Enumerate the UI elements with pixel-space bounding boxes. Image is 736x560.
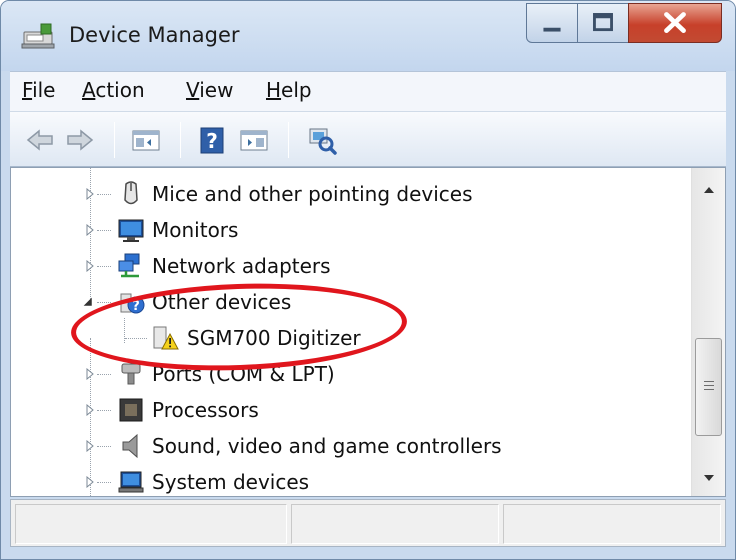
expand-arrow-icon[interactable] [85, 260, 95, 272]
tree-item-processors[interactable]: Processors [11, 392, 681, 428]
tree-item-label: Monitors [152, 218, 239, 242]
svg-text:?: ? [132, 299, 140, 314]
grip-icon [704, 381, 714, 393]
expand-arrow-icon[interactable] [85, 404, 95, 416]
tree-item-ports[interactable]: Ports (COM & LPT) [11, 356, 681, 392]
port-icon [121, 363, 141, 385]
menu-action[interactable]: Action [82, 78, 145, 102]
tree-connector [97, 194, 111, 195]
tree-connector [97, 446, 111, 447]
tree-item-mice[interactable]: Mice and other pointing devices [11, 176, 681, 212]
tree-item-other-devices[interactable]: ? Other devices [11, 284, 681, 320]
tree-item-monitors[interactable]: Monitors [11, 212, 681, 248]
processor-icon [119, 398, 143, 422]
monitor-icon [118, 219, 144, 242]
network-adapter-icon [118, 253, 140, 278]
maximize-icon [593, 13, 613, 32]
tree-item-label: SGM700 Digitizer [187, 326, 361, 350]
status-pane [15, 504, 287, 544]
warning-device-icon [153, 326, 179, 350]
tree-item-label: Other devices [152, 290, 292, 314]
device-manager-window: Device Manager File Action View Help ? M… [0, 0, 736, 560]
maximize-button[interactable] [577, 3, 629, 43]
menu-bar: File Action View Help [10, 71, 726, 111]
status-pane [291, 504, 499, 544]
show-hide-console-tree-icon[interactable] [130, 124, 162, 156]
system-devices-icon [118, 471, 144, 493]
svg-text:?: ? [206, 129, 218, 153]
tree-connector [97, 266, 111, 267]
title-bar[interactable]: Device Manager [1, 1, 735, 71]
tree-item-label: Processors [152, 398, 259, 422]
help-icon[interactable]: ? [196, 124, 228, 156]
toolbar-separator [288, 122, 289, 158]
scroll-down-icon[interactable] [692, 464, 726, 494]
tree-connector [97, 410, 111, 411]
tree-item-sound-video-game[interactable]: Sound, video and game controllers [11, 428, 681, 464]
tree-connector [97, 482, 111, 483]
tree-item-system-devices[interactable]: System devices [11, 464, 681, 496]
tree-connector [125, 338, 147, 339]
status-pane [503, 504, 721, 544]
collapse-arrow-icon[interactable] [83, 296, 93, 308]
device-manager-icon [21, 23, 55, 49]
tree-item-label: Sound, video and game controllers [152, 434, 502, 458]
toolbar-separator [180, 122, 181, 158]
tree-connector [97, 374, 111, 375]
close-button[interactable] [628, 3, 722, 43]
toolbar-separator [114, 122, 115, 158]
minimize-button[interactable] [526, 3, 578, 43]
tree-item-label: Mice and other pointing devices [152, 182, 473, 206]
tree-item-sgm700-digitizer[interactable]: SGM700 Digitizer [11, 320, 681, 356]
expand-arrow-icon[interactable] [85, 224, 95, 236]
mouse-icon [124, 181, 138, 205]
status-bar [10, 499, 726, 547]
forward-icon[interactable] [64, 124, 96, 156]
scan-hardware-icon[interactable] [306, 124, 338, 156]
close-icon [664, 12, 686, 33]
tree-item-label: Ports (COM & LPT) [152, 362, 335, 386]
toolbar: ? [10, 111, 726, 167]
menu-view[interactable]: View [186, 78, 233, 102]
menu-help[interactable]: Help [266, 78, 312, 102]
scrollbar-thumb[interactable] [695, 338, 722, 436]
unknown-device-icon: ? [120, 293, 145, 314]
tree-item-label: Network adapters [152, 254, 331, 278]
menu-file[interactable]: File [22, 78, 55, 102]
scroll-up-icon[interactable] [692, 174, 726, 204]
device-tree[interactable]: Mice and other pointing devices Monitors… [10, 167, 726, 497]
minimize-icon [543, 27, 561, 32]
expand-arrow-icon[interactable] [85, 440, 95, 452]
window-title: Device Manager [69, 23, 240, 47]
speaker-icon [122, 433, 138, 459]
caption-buttons [526, 3, 726, 45]
vertical-scrollbar[interactable] [691, 168, 725, 496]
expand-arrow-icon[interactable] [85, 188, 95, 200]
expand-arrow-icon[interactable] [85, 368, 95, 380]
back-icon[interactable] [24, 124, 56, 156]
tree-item-label: System devices [152, 470, 310, 494]
tree-item-network-adapters[interactable]: Network adapters [11, 248, 681, 284]
tree-connector [97, 230, 111, 231]
tree-connector [97, 302, 111, 303]
expand-arrow-icon[interactable] [85, 476, 95, 488]
show-hide-action-pane-icon[interactable] [238, 124, 270, 156]
